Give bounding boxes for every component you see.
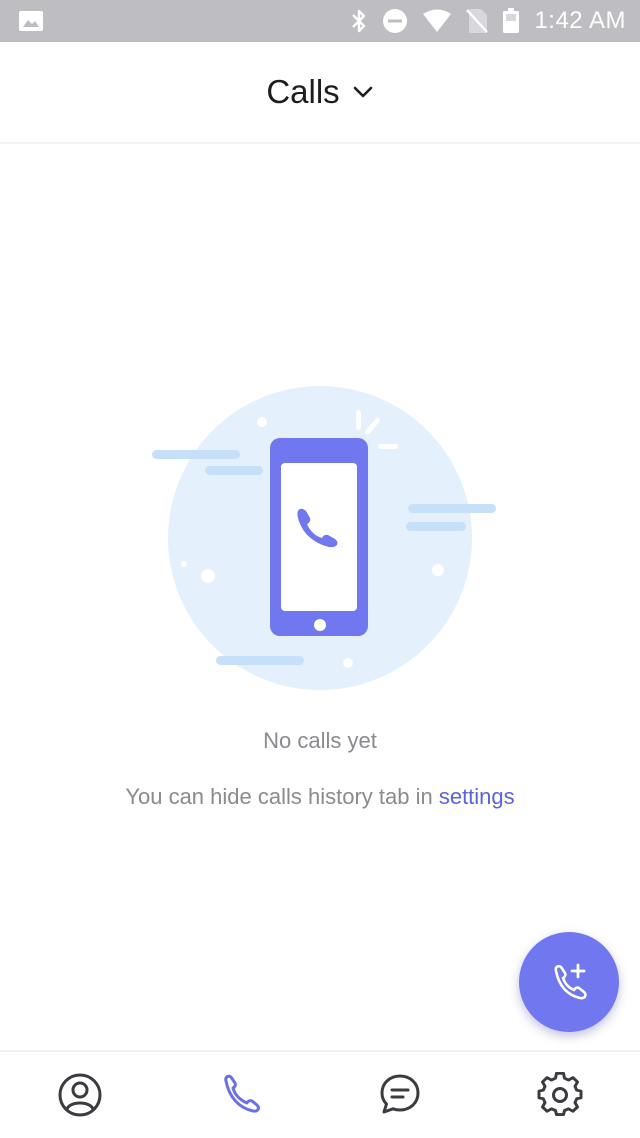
no-sim-icon [466,9,489,33]
settings-link[interactable]: settings [439,784,515,809]
title-dropdown[interactable]: Calls [266,73,373,111]
calls-screen: 1:42 AM Calls No calls yet You can hide … [0,0,640,1138]
add-call-icon [554,963,587,1000]
wifi-icon [423,9,452,32]
nav-contacts[interactable] [40,1055,120,1135]
bluetooth-icon [352,9,366,33]
do-not-disturb-icon [383,9,408,33]
nav-chats[interactable] [360,1055,440,1135]
status-time: 1:42 AM [534,7,626,34]
chats-icon [380,1074,420,1114]
calls-icon [224,1074,260,1113]
app-header: Calls [0,42,640,144]
battery-icon [503,8,520,33]
page-title: Calls [266,73,340,110]
phone-illustration [152,386,496,690]
empty-state-hint-text: You can hide calls history tab in [125,784,439,809]
new-call-button[interactable] [519,932,619,1032]
empty-state-title: No calls yet [263,728,377,753]
status-left [18,10,44,32]
status-bar: 1:42 AM [0,0,640,42]
nav-settings[interactable] [520,1055,600,1135]
empty-state-hint: You can hide calls history tab in settin… [0,784,640,810]
chevron-down-icon [353,86,372,98]
bottom-nav [0,1050,640,1138]
nav-calls[interactable] [200,1055,280,1135]
status-right: 1:42 AM [350,7,626,35]
image-icon [19,11,43,31]
settings-icon [537,1072,583,1117]
contacts-icon [58,1073,102,1117]
